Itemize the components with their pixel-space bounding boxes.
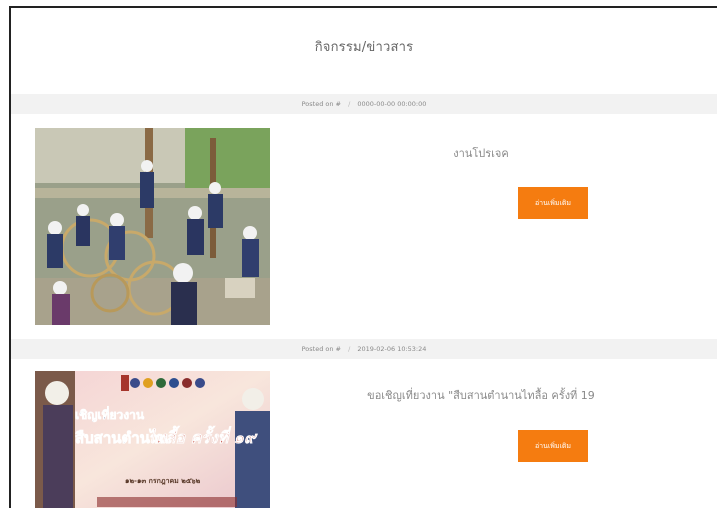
poster-line1: เชิญเที่ยวงาน	[75, 406, 145, 422]
post-date: 2019-02-06 10:53:24	[357, 345, 427, 353]
post-title[interactable]: งานโปรเจค	[281, 144, 681, 162]
read-more-button[interactable]: อ่านเพิ่มเติม	[518, 430, 588, 462]
poster-line3: ไทลื้อ ครั้งที่ ๑๙	[147, 425, 258, 447]
post-date: 0000-00-00 00:00:00	[357, 100, 427, 108]
post-image[interactable]: เชิญเที่ยวงาน สืบสานตำนาน ไทลื้อ ครั้งที…	[35, 371, 270, 508]
content-frame: กิจกรรม/ข่าวสาร Posted on # / 0000-00-00…	[9, 6, 717, 508]
read-more-button[interactable]: อ่านเพิ่มเติม	[518, 187, 588, 219]
post-meta-bar: Posted on # / 0000-00-00 00:00:00	[11, 94, 717, 114]
post-meta-bar: Posted on # / 2019-02-06 10:53:24	[11, 339, 717, 359]
post-title[interactable]: ขอเชิญเที่ยวงาน "สืบสานตำนานไทลื้อ ครั้ง…	[281, 386, 681, 404]
post-image[interactable]	[35, 128, 270, 325]
meta-separator: /	[348, 345, 351, 353]
posted-on-link[interactable]: Posted on #	[302, 345, 341, 353]
weaving-photo-icon	[35, 128, 270, 325]
posted-on-link[interactable]: Posted on #	[302, 100, 341, 108]
meta-separator: /	[348, 100, 351, 108]
poster-date: ๑๒-๑๓ กรกฎาคม ๒๕๖๒	[125, 477, 201, 485]
festival-poster-icon: เชิญเที่ยวงาน สืบสานตำนาน ไทลื้อ ครั้งที…	[35, 371, 270, 508]
page-title: กิจกรรม/ข่าวสาร	[314, 40, 414, 55]
